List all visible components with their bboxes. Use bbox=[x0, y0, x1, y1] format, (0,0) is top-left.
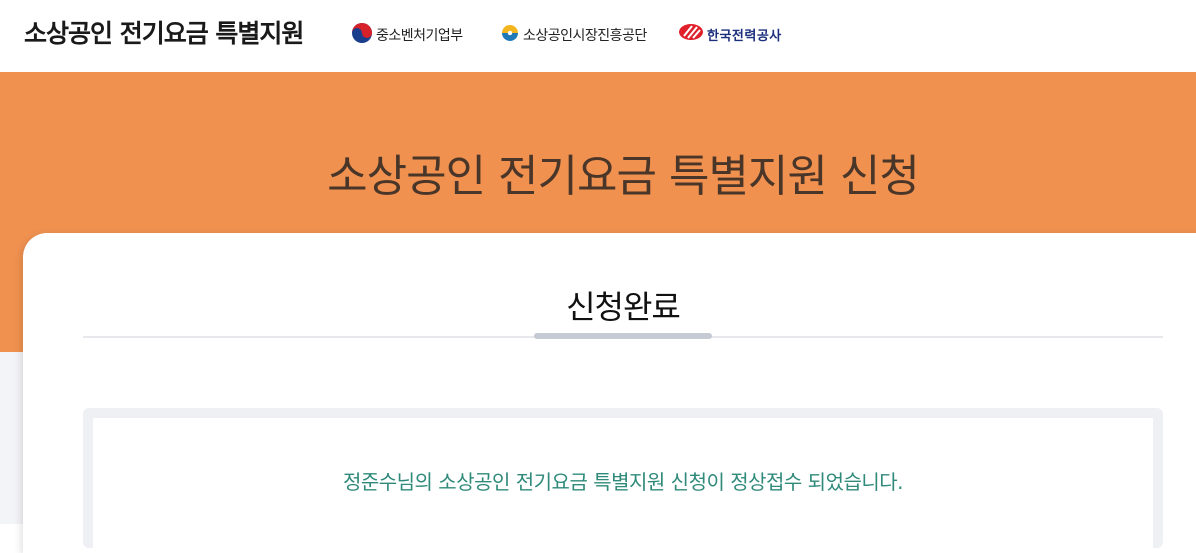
section-title: 신청완료 bbox=[566, 288, 681, 326]
banner-title: 소상공인 전기요금 특별지원 신청 bbox=[327, 151, 920, 202]
completion-message: 정준수님의 소상공인 전기요금 특별지원 신청이 정상접수 되었습니다. bbox=[342, 470, 904, 494]
org-mss[interactable]: 중소벤처기업부 bbox=[351, 22, 463, 48]
site-title[interactable]: 소상공인 전기요금 특별지원 bbox=[24, 14, 304, 50]
semas-logo-icon bbox=[500, 22, 520, 48]
org-semas[interactable]: 소상공인시장진흥공단 bbox=[500, 22, 647, 48]
top-header: 소상공인 전기요금 특별지원 중소벤처기업부 소상공인시장진흥공단 한국전력공사 bbox=[0, 0, 1196, 72]
org-semas-label: 소상공인시장진흥공단 bbox=[523, 28, 647, 44]
taegeuk-icon bbox=[351, 22, 373, 48]
org-mss-label: 중소벤처기업부 bbox=[376, 28, 463, 44]
org-kepco[interactable]: 한국전력공사 bbox=[678, 22, 782, 46]
title-underline bbox=[534, 333, 712, 339]
kepco-logo-icon bbox=[678, 22, 704, 46]
org-kepco-label: 한국전력공사 bbox=[707, 28, 782, 44]
